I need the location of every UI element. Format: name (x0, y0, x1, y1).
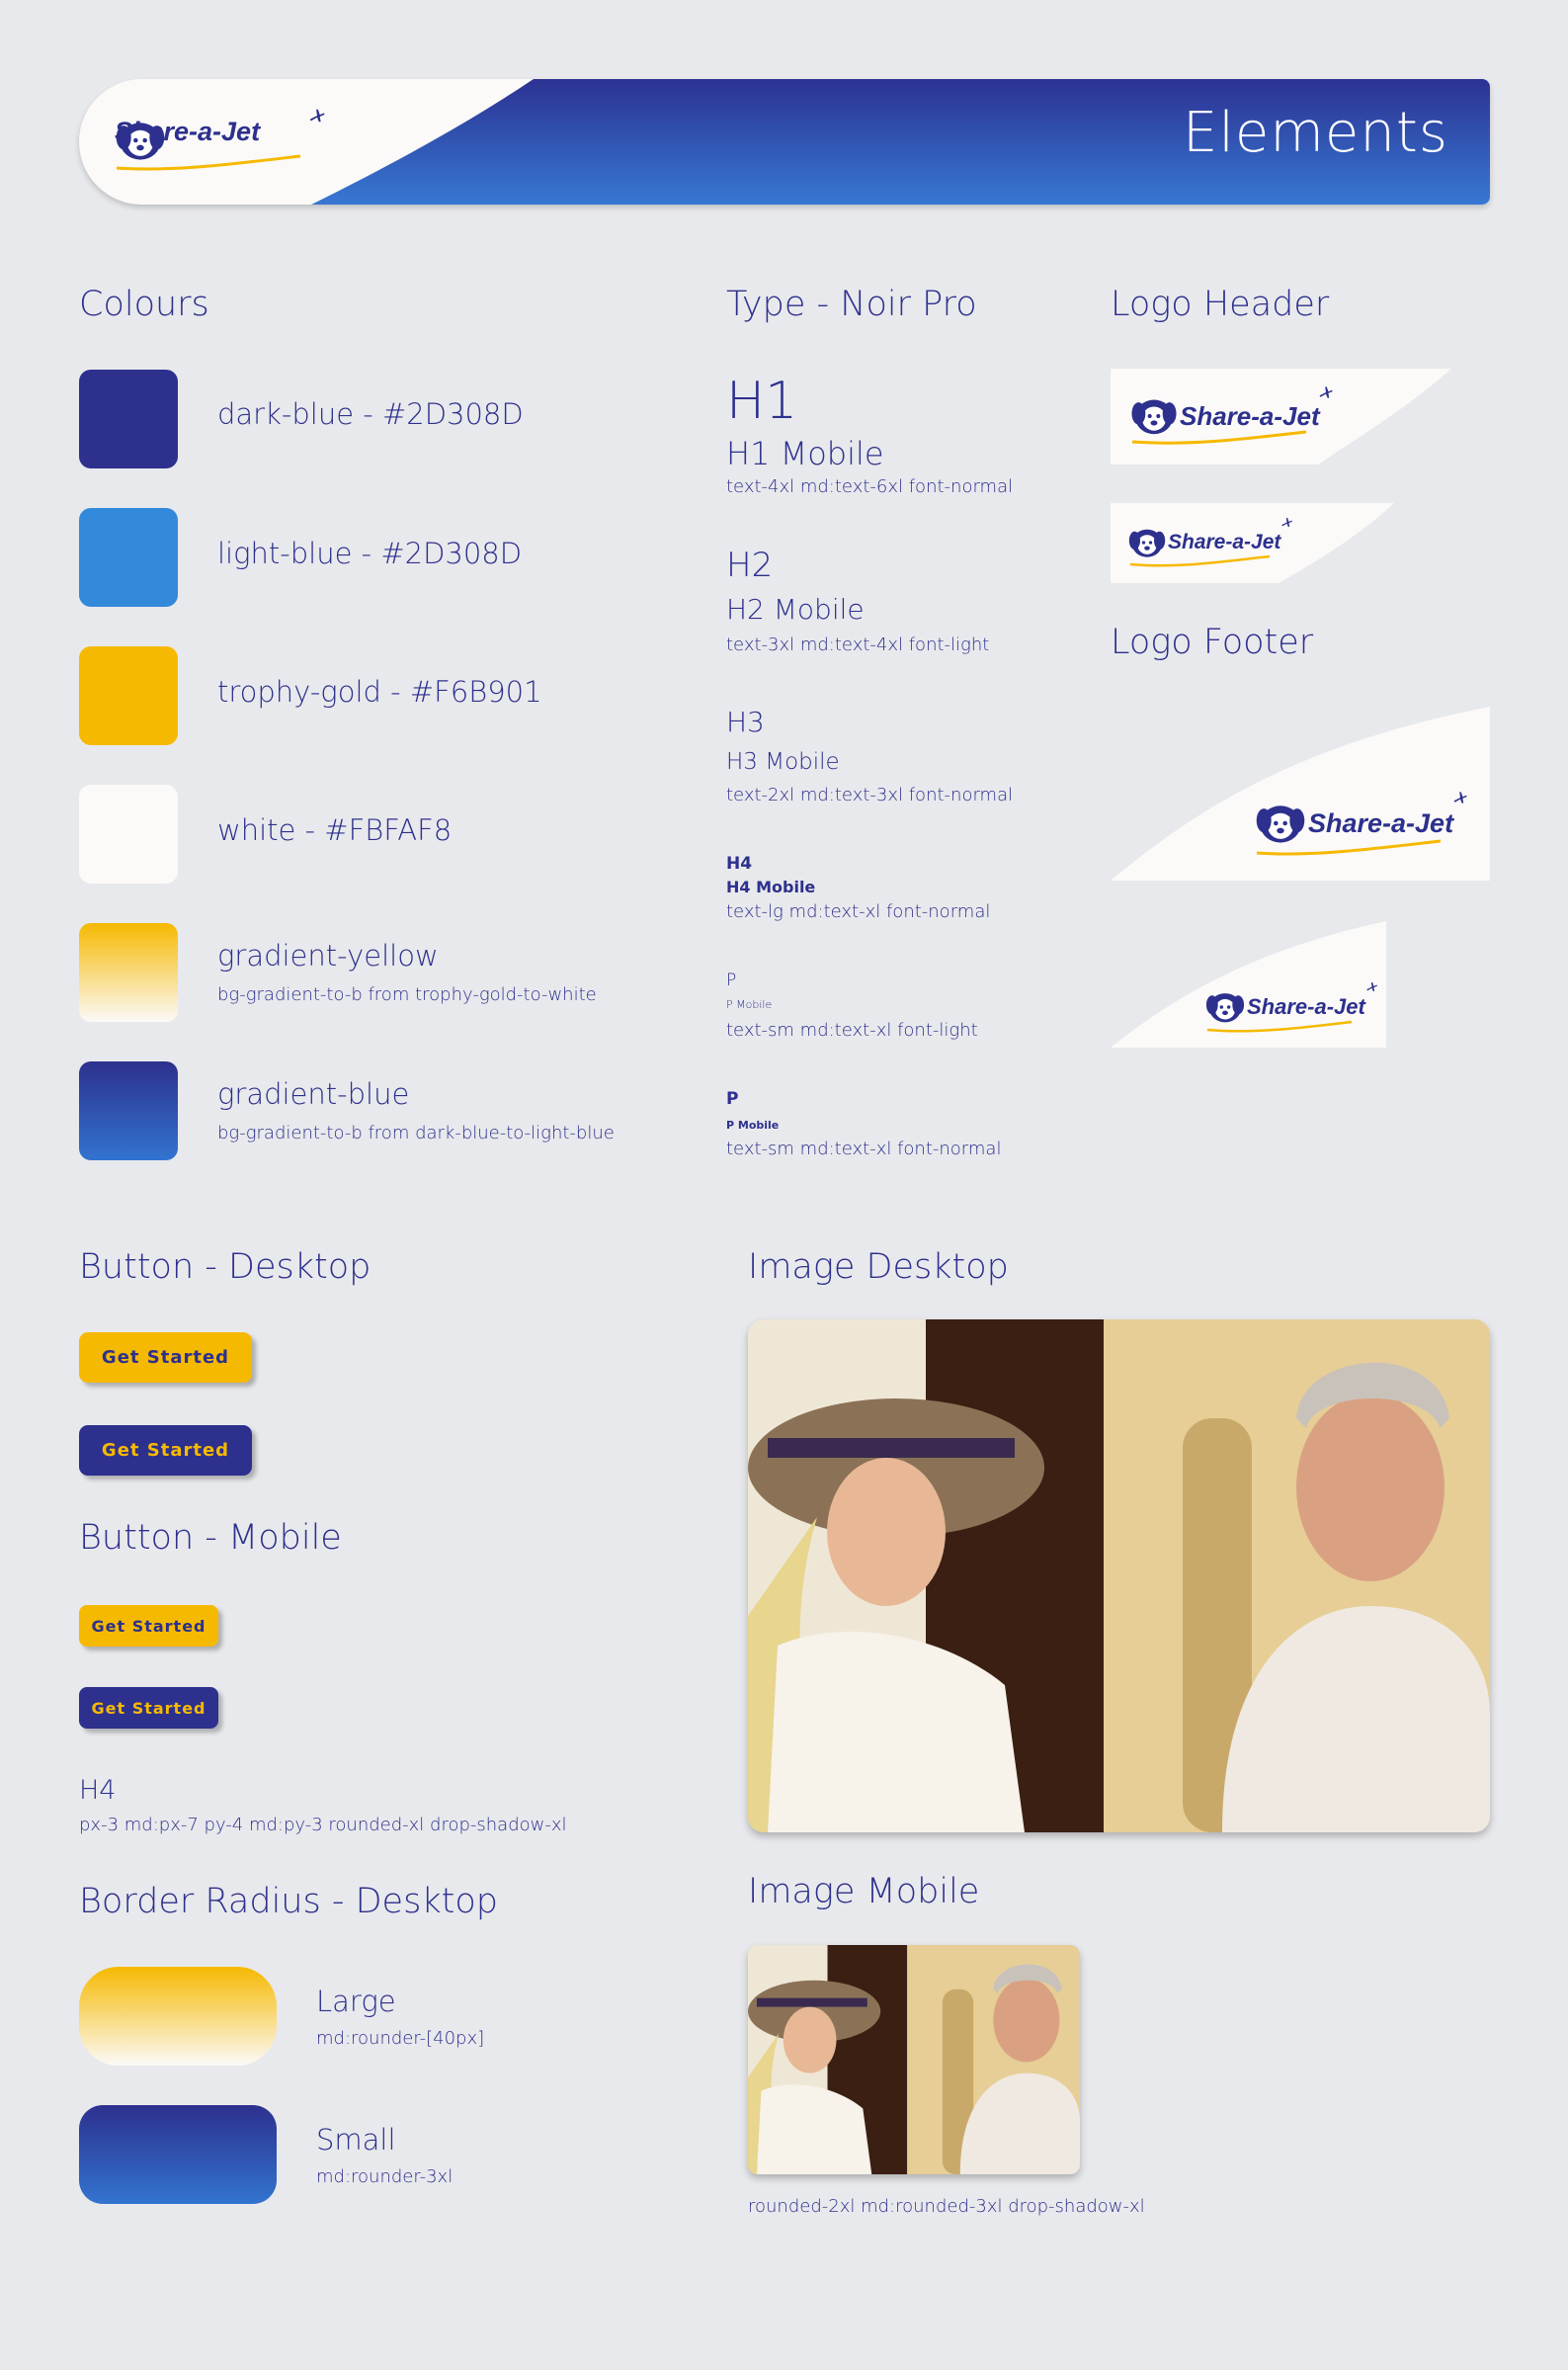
h3-mobile-sample: H3 Mobile (726, 749, 840, 775)
border-radius-title: Border Radius - Desktop (79, 1882, 498, 1921)
logo-footer-desktop: Share-a-Jet (1111, 707, 1490, 885)
logo-text: Share-a-Jet (1247, 994, 1365, 1019)
image-mobile-title: Image Mobile (748, 1872, 980, 1911)
h4-sample: H4 (726, 854, 753, 874)
logo-header-mobile: Share-a-Jet (1111, 503, 1394, 587)
logo-header-desktop: Share-a-Jet (1111, 369, 1451, 468)
get-started-button-yellow[interactable]: Get Started (79, 1332, 252, 1383)
h3-classes: text-2xl md:text-3xl font-normal (726, 785, 1014, 805)
plane-icon (308, 107, 326, 125)
swatch-gradient-blue (79, 1061, 178, 1160)
plane-icon (1318, 384, 1334, 400)
button-mobile-title: Button - Mobile (79, 1518, 342, 1558)
logo-header-title: Logo Header (1111, 285, 1330, 324)
swatch-sub: bg-gradient-to-b from dark-blue-to-light… (217, 1123, 615, 1143)
logo-swoosh (1256, 839, 1442, 856)
radius-small-classes: md:rounder-3xl (316, 2166, 454, 2187)
swatch-trophy-gold (79, 646, 178, 745)
swatch-dark-blue (79, 370, 178, 468)
image-mobile-caption: rounded-2xl md:rounded-3xl drop-shadow-x… (748, 2196, 1145, 2217)
plane-icon (1365, 980, 1378, 993)
colours-title: Colours (79, 285, 209, 324)
h1-mobile-sample: H1 Mobile (726, 435, 884, 472)
p-light-classes: text-sm md:text-xl font-light (726, 1020, 978, 1041)
logo-footer-mobile: Share-a-Jet (1111, 921, 1386, 1052)
page-title: Elements (1182, 101, 1448, 165)
h2-sample: H2 (726, 546, 774, 585)
swatch-light-blue (79, 508, 178, 607)
swatch-label: gradient-yellow (217, 939, 439, 973)
swatch-white (79, 785, 178, 884)
radius-small-sample (79, 2105, 277, 2204)
get-started-mobile-button-blue[interactable]: Get Started (79, 1687, 218, 1729)
get-started-mobile-button-yellow[interactable]: Get Started (79, 1605, 218, 1647)
couple-photo-mobile (748, 1945, 1080, 2174)
radius-large-label: Large (316, 1985, 396, 2018)
logo-footer-title: Logo Footer (1111, 623, 1314, 662)
radius-small-label: Small (316, 2123, 396, 2157)
h2-classes: text-3xl md:text-4xl font-light (726, 635, 990, 655)
swatch-label: trophy-gold - #F6B901 (217, 675, 542, 709)
h2-mobile-sample: H2 Mobile (726, 593, 865, 626)
radius-large-sample (79, 1967, 277, 2066)
h1-sample: H1 (726, 372, 798, 431)
couple-photo-desktop (748, 1319, 1490, 1832)
get-started-button-blue[interactable]: Get Started (79, 1425, 252, 1476)
plane-icon (1280, 516, 1293, 529)
swatch-label: gradient-blue (217, 1077, 410, 1111)
button-spec-classes: px-3 md:px-7 py-4 md:py-3 rounded-xl dro… (79, 1815, 567, 1835)
swatch-label: white - #FBFAF8 (217, 813, 453, 847)
logo-swoosh (1206, 1020, 1353, 1033)
p-light-sample: P (726, 971, 737, 990)
image-desktop-title: Image Desktop (748, 1247, 1009, 1287)
button-desktop-title: Button - Desktop (79, 1247, 371, 1287)
p-normal-mobile-sample: P Mobile (726, 1119, 780, 1132)
p-light-mobile-sample: P Mobile (726, 998, 773, 1011)
type-title: Type - Noir Pro (726, 285, 977, 324)
swatch-sub: bg-gradient-to-b from trophy-gold-to-whi… (217, 984, 597, 1005)
p-normal-classes: text-sm md:text-xl font-normal (726, 1139, 1002, 1159)
logo-swoosh (116, 154, 301, 171)
logo-text: Share-a-Jet (1308, 807, 1454, 838)
logo-swoosh (1129, 554, 1271, 567)
button-spec-heading: H4 (79, 1775, 117, 1806)
plane-icon (1452, 790, 1468, 805)
swatch-label: light-blue - #2D308D (217, 537, 523, 570)
h1-classes: text-4xl md:text-6xl font-normal (726, 476, 1014, 497)
h4-classes: text-lg md:text-xl font-normal (726, 901, 991, 922)
h3-sample: H3 (726, 706, 765, 738)
h4-mobile-sample: H4 Mobile (726, 878, 816, 896)
radius-large-classes: md:rounder-[40px] (316, 2028, 485, 2049)
logo-text: Share-a-Jet (1168, 531, 1281, 553)
banner-logo: Share-a-Jet (113, 117, 260, 171)
swatch-gradient-yellow (79, 923, 178, 1022)
header-banner: Share-a-Jet Elements (79, 79, 1490, 205)
logo-swoosh (1131, 430, 1307, 445)
swatch-label: dark-blue - #2D308D (217, 397, 524, 431)
p-normal-sample: P (726, 1089, 739, 1109)
logo-text: Share-a-Jet (1180, 400, 1320, 431)
